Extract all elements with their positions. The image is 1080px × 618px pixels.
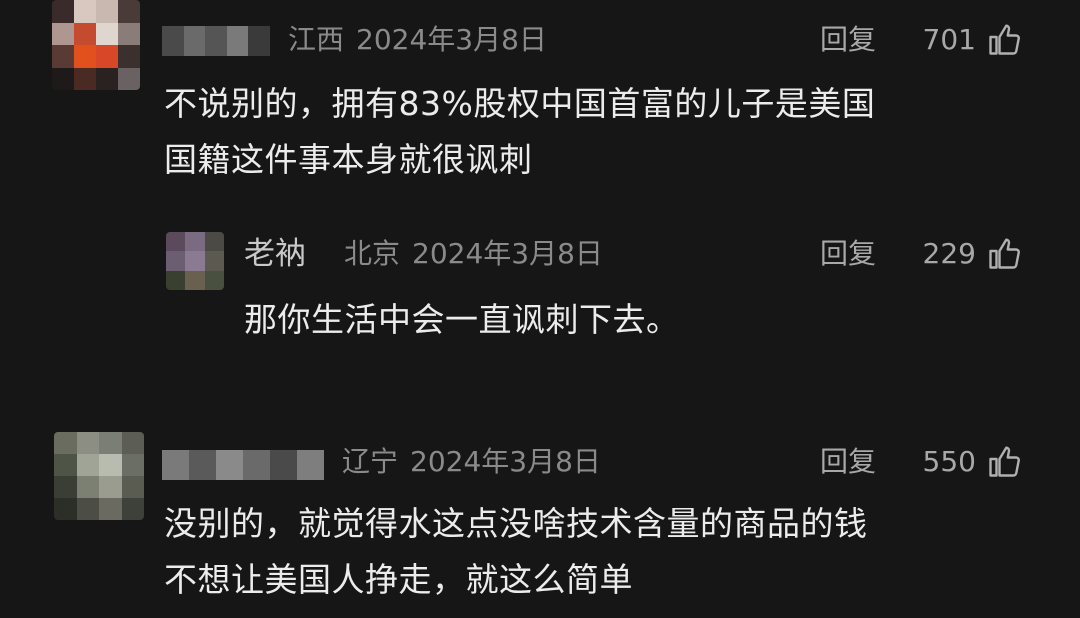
comment-line: 不说别的，拥有83%股权中国首富的儿子是美国 xyxy=(164,84,876,123)
reply-button[interactable]: 回复 xyxy=(820,442,876,482)
comment-meta: 辽宁 2024年3月8日 xyxy=(342,442,601,482)
avatar[interactable] xyxy=(54,432,144,520)
comment-1: 江西 2024年3月8日 回复 701 不说别的，拥有83%股权中国首富的儿子是美… xyxy=(0,0,1080,200)
reply-button[interactable]: 回复 xyxy=(820,20,876,60)
comment-line: 国籍这件事本身就很讽刺 xyxy=(164,140,533,179)
reply-button[interactable]: 回复 xyxy=(820,234,876,274)
comment-3: 辽宁 2024年3月8日 回复 550 没别的，就觉得水这点没啥技术含量的商品的钱… xyxy=(0,432,1080,618)
reply-comment: 老衲 北京 2024年3月8日 回复 229 那你生活中会一直讽刺下去。 xyxy=(0,220,1080,360)
like-count: 550 xyxy=(922,445,976,478)
date: 2024年3月8日 xyxy=(412,237,603,270)
date: 2024年3月8日 xyxy=(356,23,547,56)
thumbs-up-icon[interactable] xyxy=(986,236,1022,272)
like-count: 229 xyxy=(922,237,976,270)
like-count: 701 xyxy=(922,23,976,56)
comment-meta: 江西 2024年3月8日 xyxy=(288,20,547,60)
comment-text: 那你生活中会一直讽刺下去。 xyxy=(244,292,1044,348)
avatar[interactable] xyxy=(52,0,140,90)
location: 辽宁 xyxy=(342,445,399,478)
username-blurred[interactable] xyxy=(162,450,324,480)
location: 北京 xyxy=(344,237,401,270)
username-blurred[interactable] xyxy=(162,26,270,56)
thumbs-up-icon[interactable] xyxy=(986,444,1022,480)
comment-line: 没别的，就觉得水这点没啥技术含量的商品的钱 xyxy=(164,504,868,543)
comment-text: 没别的，就觉得水这点没啥技术含量的商品的钱 不想让美国人挣走，就这么简单 xyxy=(164,496,1044,608)
comment-line: 那你生活中会一直讽刺下去。 xyxy=(244,300,680,339)
comment-meta: 北京 2024年3月8日 xyxy=(344,234,603,274)
comment-line: 不想让美国人挣走，就这么简单 xyxy=(164,560,633,599)
location: 江西 xyxy=(288,23,345,56)
avatar[interactable] xyxy=(166,232,224,290)
thumbs-up-icon[interactable] xyxy=(986,22,1022,58)
date: 2024年3月8日 xyxy=(410,445,601,478)
username[interactable]: 老衲 xyxy=(244,234,306,274)
comment-text: 不说别的，拥有83%股权中国首富的儿子是美国 国籍这件事本身就很讽刺 xyxy=(164,76,1044,188)
